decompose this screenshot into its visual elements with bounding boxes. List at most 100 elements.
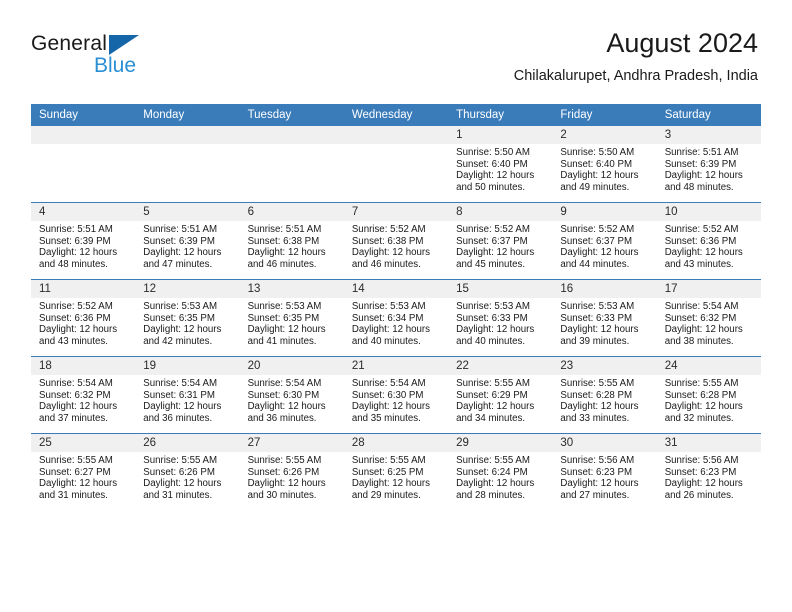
weekday-header-sunday: Sunday bbox=[31, 104, 136, 126]
daylight-text-line1: Daylight: 12 hours bbox=[247, 478, 326, 490]
day-number: 16 bbox=[552, 280, 657, 298]
day-number: 30 bbox=[552, 434, 657, 452]
daylight-text-line2: and 27 minutes. bbox=[560, 489, 630, 501]
day-cell[interactable]: 7 Sunrise: 5:52 AM Sunset: 6:38 PM Daylight… bbox=[343, 202, 449, 280]
daylight-text-line2: and 40 minutes. bbox=[351, 335, 421, 347]
sunrise-text: Sunrise: 5:55 AM bbox=[456, 455, 530, 466]
day-cell[interactable]: 3 Sunrise: 5:51 AM Sunset: 6:39 PM Daylight… bbox=[656, 126, 761, 203]
daylight-text-line2: and 42 minutes. bbox=[143, 335, 213, 347]
daylight-text-line2: and 30 minutes. bbox=[247, 489, 317, 501]
day-cell[interactable]: 31 Sunrise: 5:56 AM Sunset: 6:23 PM Dayligh… bbox=[656, 433, 761, 510]
day-cell[interactable]: 27 Sunrise: 5:55 AM Sunset: 6:26 PM Dayligh… bbox=[239, 433, 344, 510]
daylight-text-line1: Daylight: 12 hours bbox=[664, 324, 743, 336]
day-cell[interactable]: 11 Sunrise: 5:52 AM Sunset: 6:36 PM Dayligh… bbox=[31, 279, 136, 357]
day-number: 26 bbox=[135, 434, 240, 452]
day-cell[interactable]: 22 Sunrise: 5:55 AM Sunset: 6:29 PM Dayligh… bbox=[448, 356, 553, 434]
sunset-text: Sunset: 6:25 PM bbox=[351, 466, 424, 478]
day-cell[interactable]: 6 Sunrise: 5:51 AM Sunset: 6:38 PM Daylight… bbox=[239, 202, 344, 280]
brand-name-blue: Blue bbox=[94, 54, 137, 77]
calendar-grid: Sunday Monday Tuesday Wednesday Thursday… bbox=[31, 104, 761, 510]
sunrise-text: Sunrise: 5:52 AM bbox=[560, 224, 635, 235]
day-number: 1 bbox=[448, 126, 553, 144]
sunset-text: Sunset: 6:33 PM bbox=[456, 312, 528, 324]
day-number: 14 bbox=[343, 280, 449, 298]
day-cell[interactable]: 23 Sunrise: 5:55 AM Sunset: 6:28 PM Dayligh… bbox=[552, 356, 657, 434]
day-number: 10 bbox=[656, 203, 761, 221]
day-cell[interactable]: 13 Sunrise: 5:53 AM Sunset: 6:35 PM Dayligh… bbox=[239, 279, 344, 357]
sunset-text: Sunset: 6:31 PM bbox=[143, 389, 215, 401]
sunrise-text: Sunrise: 5:51 AM bbox=[247, 224, 322, 235]
day-cell[interactable]: 19 Sunrise: 5:54 AM Sunset: 6:31 PM Dayligh… bbox=[135, 356, 240, 434]
general-blue-logo[interactable]: General Blue bbox=[31, 32, 231, 88]
day-cell[interactable]: 4 Sunrise: 5:51 AM Sunset: 6:39 PM Daylight… bbox=[31, 202, 136, 280]
day-cell[interactable]: 24 Sunrise: 5:55 AM Sunset: 6:28 PM Dayligh… bbox=[656, 356, 761, 434]
day-cell[interactable]: 15 Sunrise: 5:53 AM Sunset: 6:33 PM Dayligh… bbox=[448, 279, 553, 357]
daylight-text-line1: Daylight: 12 hours bbox=[456, 478, 535, 490]
daylight-text-line2: and 46 minutes. bbox=[351, 258, 421, 270]
sunset-text: Sunset: 6:35 PM bbox=[143, 312, 215, 324]
triangle-logo-icon bbox=[109, 35, 139, 55]
calendar-body: 1 Sunrise: 5:50 AM Sunset: 6:40 PM Daylight… bbox=[31, 126, 761, 510]
sunrise-text: Sunrise: 5:53 AM bbox=[143, 301, 218, 312]
sunset-text: Sunset: 6:38 PM bbox=[351, 235, 424, 247]
day-cell[interactable]: 28 Sunrise: 5:55 AM Sunset: 6:25 PM Dayligh… bbox=[343, 433, 449, 510]
sunset-text: Sunset: 6:40 PM bbox=[456, 158, 528, 170]
day-cell[interactable]: 12 Sunrise: 5:53 AM Sunset: 6:35 PM Dayligh… bbox=[135, 279, 240, 357]
sunrise-text: Sunrise: 5:54 AM bbox=[664, 301, 739, 312]
day-cell[interactable]: 1 Sunrise: 5:50 AM Sunset: 6:40 PM Daylight… bbox=[448, 126, 553, 203]
day-number: 21 bbox=[343, 357, 449, 375]
sunset-text: Sunset: 6:38 PM bbox=[247, 235, 320, 247]
day-cell[interactable]: 14 Sunrise: 5:53 AM Sunset: 6:34 PM Dayligh… bbox=[343, 279, 449, 357]
daylight-text-line1: Daylight: 12 hours bbox=[351, 478, 430, 490]
day-cell[interactable]: 9 Sunrise: 5:52 AM Sunset: 6:37 PM Daylight… bbox=[552, 202, 657, 280]
title-block: August 2024 Chilakalurupet, Andhra Prade… bbox=[514, 26, 758, 87]
day-cell[interactable]: 21 Sunrise: 5:54 AM Sunset: 6:30 PM Dayligh… bbox=[343, 356, 449, 434]
daylight-text-line2: and 35 minutes. bbox=[351, 412, 421, 424]
daylight-text-line1: Daylight: 12 hours bbox=[351, 247, 430, 259]
daylight-text-line2: and 33 minutes. bbox=[560, 412, 630, 424]
daylight-text-line1: Daylight: 12 hours bbox=[456, 324, 535, 336]
daylight-text-line2: and 49 minutes. bbox=[560, 181, 630, 193]
daylight-text-line2: and 31 minutes. bbox=[39, 489, 108, 501]
sunset-text: Sunset: 6:26 PM bbox=[143, 466, 215, 478]
sunrise-text: Sunrise: 5:53 AM bbox=[351, 301, 426, 312]
sunrise-text: Sunrise: 5:55 AM bbox=[664, 378, 739, 389]
daylight-text-line2: and 43 minutes. bbox=[664, 258, 734, 270]
day-cell[interactable]: 26 Sunrise: 5:55 AM Sunset: 6:26 PM Dayligh… bbox=[135, 433, 240, 510]
day-number: 9 bbox=[552, 203, 657, 221]
day-cell[interactable]: 10 Sunrise: 5:52 AM Sunset: 6:36 PM Dayligh… bbox=[656, 202, 761, 280]
sunset-text: Sunset: 6:29 PM bbox=[456, 389, 528, 401]
daylight-text-line1: Daylight: 12 hours bbox=[39, 324, 118, 336]
daylight-text-line2: and 41 minutes. bbox=[247, 335, 317, 347]
day-number: 27 bbox=[239, 434, 344, 452]
daylight-text-line1: Daylight: 12 hours bbox=[247, 247, 326, 259]
day-cell[interactable]: 5 Sunrise: 5:51 AM Sunset: 6:39 PM Daylight… bbox=[135, 202, 240, 280]
sunrise-text: Sunrise: 5:51 AM bbox=[143, 224, 218, 235]
daylight-text-line1: Daylight: 12 hours bbox=[664, 247, 743, 259]
day-cell[interactable]: 8 Sunrise: 5:52 AM Sunset: 6:37 PM Daylight… bbox=[448, 202, 553, 280]
sunset-text: Sunset: 6:32 PM bbox=[664, 312, 737, 324]
brand-name-general: General bbox=[31, 32, 108, 55]
day-cell[interactable]: 18 Sunrise: 5:54 AM Sunset: 6:32 PM Dayligh… bbox=[31, 356, 136, 434]
daylight-text-line2: and 48 minutes. bbox=[664, 181, 734, 193]
week-row: 1 Sunrise: 5:50 AM Sunset: 6:40 PM Daylight… bbox=[31, 126, 761, 203]
day-cell[interactable]: 20 Sunrise: 5:54 AM Sunset: 6:30 PM Dayligh… bbox=[239, 356, 344, 434]
day-number: 3 bbox=[656, 126, 761, 144]
day-cell[interactable]: 30 Sunrise: 5:56 AM Sunset: 6:23 PM Dayligh… bbox=[552, 433, 657, 510]
daylight-text-line1: Daylight: 12 hours bbox=[560, 324, 639, 336]
day-cell[interactable]: 16 Sunrise: 5:53 AM Sunset: 6:33 PM Dayligh… bbox=[552, 279, 657, 357]
day-cell[interactable]: 2 Sunrise: 5:50 AM Sunset: 6:40 PM Daylight… bbox=[552, 126, 657, 203]
daylight-text-line1: Daylight: 12 hours bbox=[143, 478, 222, 490]
day-number: 25 bbox=[31, 434, 136, 452]
sunset-text: Sunset: 6:26 PM bbox=[247, 466, 320, 478]
day-cell[interactable]: 17 Sunrise: 5:54 AM Sunset: 6:32 PM Dayligh… bbox=[656, 279, 761, 357]
day-cell[interactable]: 25 Sunrise: 5:55 AM Sunset: 6:27 PM Dayligh… bbox=[31, 433, 136, 510]
weekday-header-saturday: Saturday bbox=[656, 104, 761, 126]
weekday-header-friday: Friday bbox=[552, 104, 657, 126]
week-row: 18 Sunrise: 5:54 AM Sunset: 6:32 PM Dayligh… bbox=[31, 356, 761, 434]
daylight-text-line2: and 47 minutes. bbox=[143, 258, 213, 270]
day-cell[interactable]: 29 Sunrise: 5:55 AM Sunset: 6:24 PM Dayligh… bbox=[448, 433, 553, 510]
sunrise-text: Sunrise: 5:55 AM bbox=[560, 378, 635, 389]
sunset-text: Sunset: 6:23 PM bbox=[560, 466, 633, 478]
sunset-text: Sunset: 6:28 PM bbox=[664, 389, 737, 401]
